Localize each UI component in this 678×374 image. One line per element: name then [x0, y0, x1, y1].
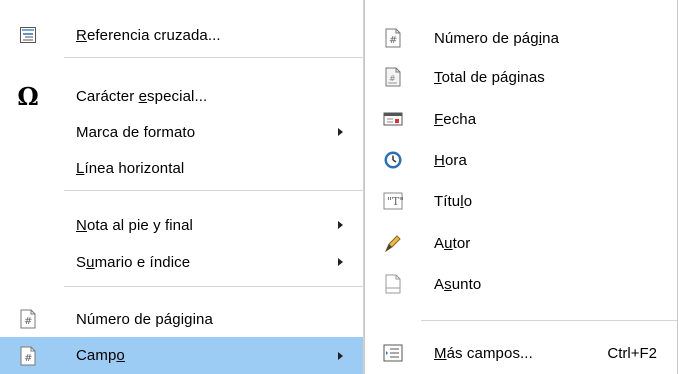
submenu-item-page-number[interactable]: # Número de página: [365, 21, 677, 55]
field-icon: #: [18, 346, 38, 366]
clock-icon: [383, 150, 403, 170]
author-pen-icon: [383, 233, 403, 253]
menu-separator: [421, 320, 677, 321]
menu-item-formatting-mark[interactable]: Marca de formato: [0, 115, 363, 149]
menu-item-toc-index[interactable]: Sumario e índice: [0, 245, 363, 279]
submenu-item-more-fields[interactable]: Más campos... Ctrl+F2: [365, 336, 677, 370]
svg-text:#: #: [24, 316, 32, 327]
submenu-item-page-count[interactable]: # Total de páginas: [365, 60, 677, 94]
submenu-arrow-icon: [338, 221, 343, 229]
omega-icon: Ω: [17, 81, 39, 111]
submenu-item-subject[interactable]: Asunto: [365, 267, 677, 301]
more-fields-icon: [383, 343, 403, 363]
submenu-item-title[interactable]: "T" Título: [365, 184, 677, 218]
submenu-item-date[interactable]: Fecha: [365, 102, 677, 136]
submenu-item-author[interactable]: Autor: [365, 226, 677, 260]
shortcut-label: Ctrl+F2: [607, 344, 657, 362]
submenu-item-time[interactable]: Hora: [365, 143, 677, 177]
menu-item-field[interactable]: # Campo: [0, 337, 363, 374]
insert-menu: Referencia cruzada... Ω Carácter especia…: [0, 0, 364, 374]
page-count-icon: #: [383, 67, 403, 87]
menu-separator: [64, 286, 363, 287]
title-icon: "T": [383, 191, 403, 211]
page-number-icon: #: [18, 309, 38, 329]
calendar-icon: [383, 109, 403, 129]
svg-text:#: #: [24, 353, 32, 364]
cross-reference-icon: [18, 25, 38, 45]
menu-item-cross-reference[interactable]: Referencia cruzada...: [0, 18, 363, 52]
menu-item-horizontal-line[interactable]: Línea horizontal: [0, 151, 363, 185]
submenu-arrow-icon: [338, 258, 343, 266]
svg-text:"T": "T": [387, 195, 403, 208]
menu-item-page-number[interactable]: # Número de págigina: [0, 302, 363, 336]
svg-text:#: #: [389, 35, 397, 46]
menu-item-special-character[interactable]: Ω Carácter especial...: [0, 79, 363, 113]
subject-icon: [383, 274, 403, 294]
page-number-icon: #: [383, 28, 403, 48]
submenu-arrow-icon: [338, 128, 343, 136]
svg-text:#: #: [389, 74, 396, 83]
menu-separator: [64, 190, 363, 191]
menu-separator: [64, 57, 363, 58]
field-submenu: # Número de página # Total de páginas Fe…: [364, 0, 678, 374]
menu-item-footnote[interactable]: Nota al pie y final: [0, 208, 363, 242]
submenu-arrow-icon: [338, 351, 343, 360]
